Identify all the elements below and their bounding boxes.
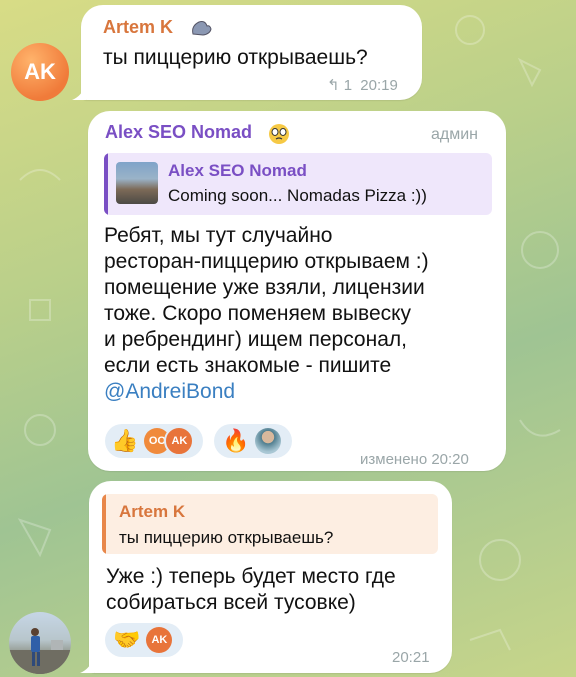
message-time: 20:21 xyxy=(392,649,430,666)
message-line: помещение уже взяли, лицензии xyxy=(104,276,425,299)
quote-author: Alex SEO Nomad xyxy=(168,161,307,180)
reaction-thumbs-up[interactable]: 👍 ОО AK xyxy=(105,424,203,458)
message-bubble-artem-question[interactable]: Artem K ты пиццерию открываешь? ↰ 1 20:1… xyxy=(72,5,422,100)
quote-author: Artem K xyxy=(119,502,186,521)
message-line: ресторан-пиццерию открываем :) xyxy=(104,250,429,273)
message-meta: ↰ 1 20:19 xyxy=(327,76,398,94)
message-line: Ребят, мы тут случайно xyxy=(104,224,333,247)
message-bubble-reply[interactable]: Artem K ты пиццерию открываешь? Уже :) т… xyxy=(80,481,452,673)
quote-bar xyxy=(102,494,106,554)
message-bubble-alex-announcement[interactable]: Alex SEO Nomad админ Alex SEO Nomad Comi… xyxy=(88,111,506,471)
reactor-avatar: AK xyxy=(164,426,195,456)
edited-time: изменено 20:20 xyxy=(360,451,469,468)
quote-text: ты пиццерию открываешь? xyxy=(119,528,334,547)
admin-role-label: админ xyxy=(431,126,479,143)
quoted-message[interactable]: Alex SEO Nomad Coming soon... Nomadas Pi… xyxy=(104,153,492,215)
handshake-emoji-icon: 🤝 xyxy=(113,627,141,652)
person-photo-icon xyxy=(9,628,71,674)
message-line: и ребрендинг) ищем персонал, xyxy=(104,328,407,351)
reactor-avatar-photo xyxy=(255,428,282,454)
quote-bar xyxy=(104,153,108,215)
replies-count[interactable]: 1 xyxy=(344,77,352,94)
quote-text: Coming soon... Nomadas Pizza :)) xyxy=(168,186,427,205)
flexed-arm-emoji-icon xyxy=(192,21,212,36)
reaction-handshake[interactable]: 🤝 AK xyxy=(105,623,183,657)
reaction-fire[interactable]: 🔥 xyxy=(214,424,292,458)
bubble-tail xyxy=(80,657,94,673)
quote-thumbnail-image[interactable] xyxy=(116,162,158,204)
message-line: собираться всей тусовке) xyxy=(106,591,356,614)
bubble-tail xyxy=(72,84,86,100)
avatar-artem-k[interactable]: AK xyxy=(11,43,69,101)
reactor-avatar: AK xyxy=(146,627,173,653)
message-author[interactable]: Alex SEO Nomad xyxy=(105,122,252,143)
thumbs-up-emoji-icon: 👍 xyxy=(111,428,139,453)
message-line: тоже. Скоро поменяем вывеску xyxy=(104,302,412,325)
avatar-andrei-photo[interactable] xyxy=(9,612,71,674)
message-line: если есть знакомые - пишите xyxy=(104,354,392,377)
message-author[interactable]: Artem K xyxy=(103,17,173,38)
message-line: Уже :) теперь будет место где xyxy=(106,565,396,588)
message-text: Уже :) теперь будет место где собираться… xyxy=(106,564,396,616)
reply-arrow-icon[interactable]: ↰ xyxy=(327,77,340,94)
message-time: 20:19 xyxy=(360,77,398,94)
pleading-face-emoji-icon xyxy=(269,124,289,144)
message-text: Ребят, мы тут случайно ресторан-пиццерию… xyxy=(104,223,429,405)
message-text: ты пиццерию открываешь? xyxy=(103,46,368,69)
fire-emoji-icon: 🔥 xyxy=(222,428,250,453)
quoted-message[interactable]: Artem K ты пиццерию открываешь? xyxy=(102,494,438,554)
avatar-initials: AK xyxy=(24,59,56,84)
mention-link[interactable]: @AndreiBond xyxy=(104,379,429,405)
